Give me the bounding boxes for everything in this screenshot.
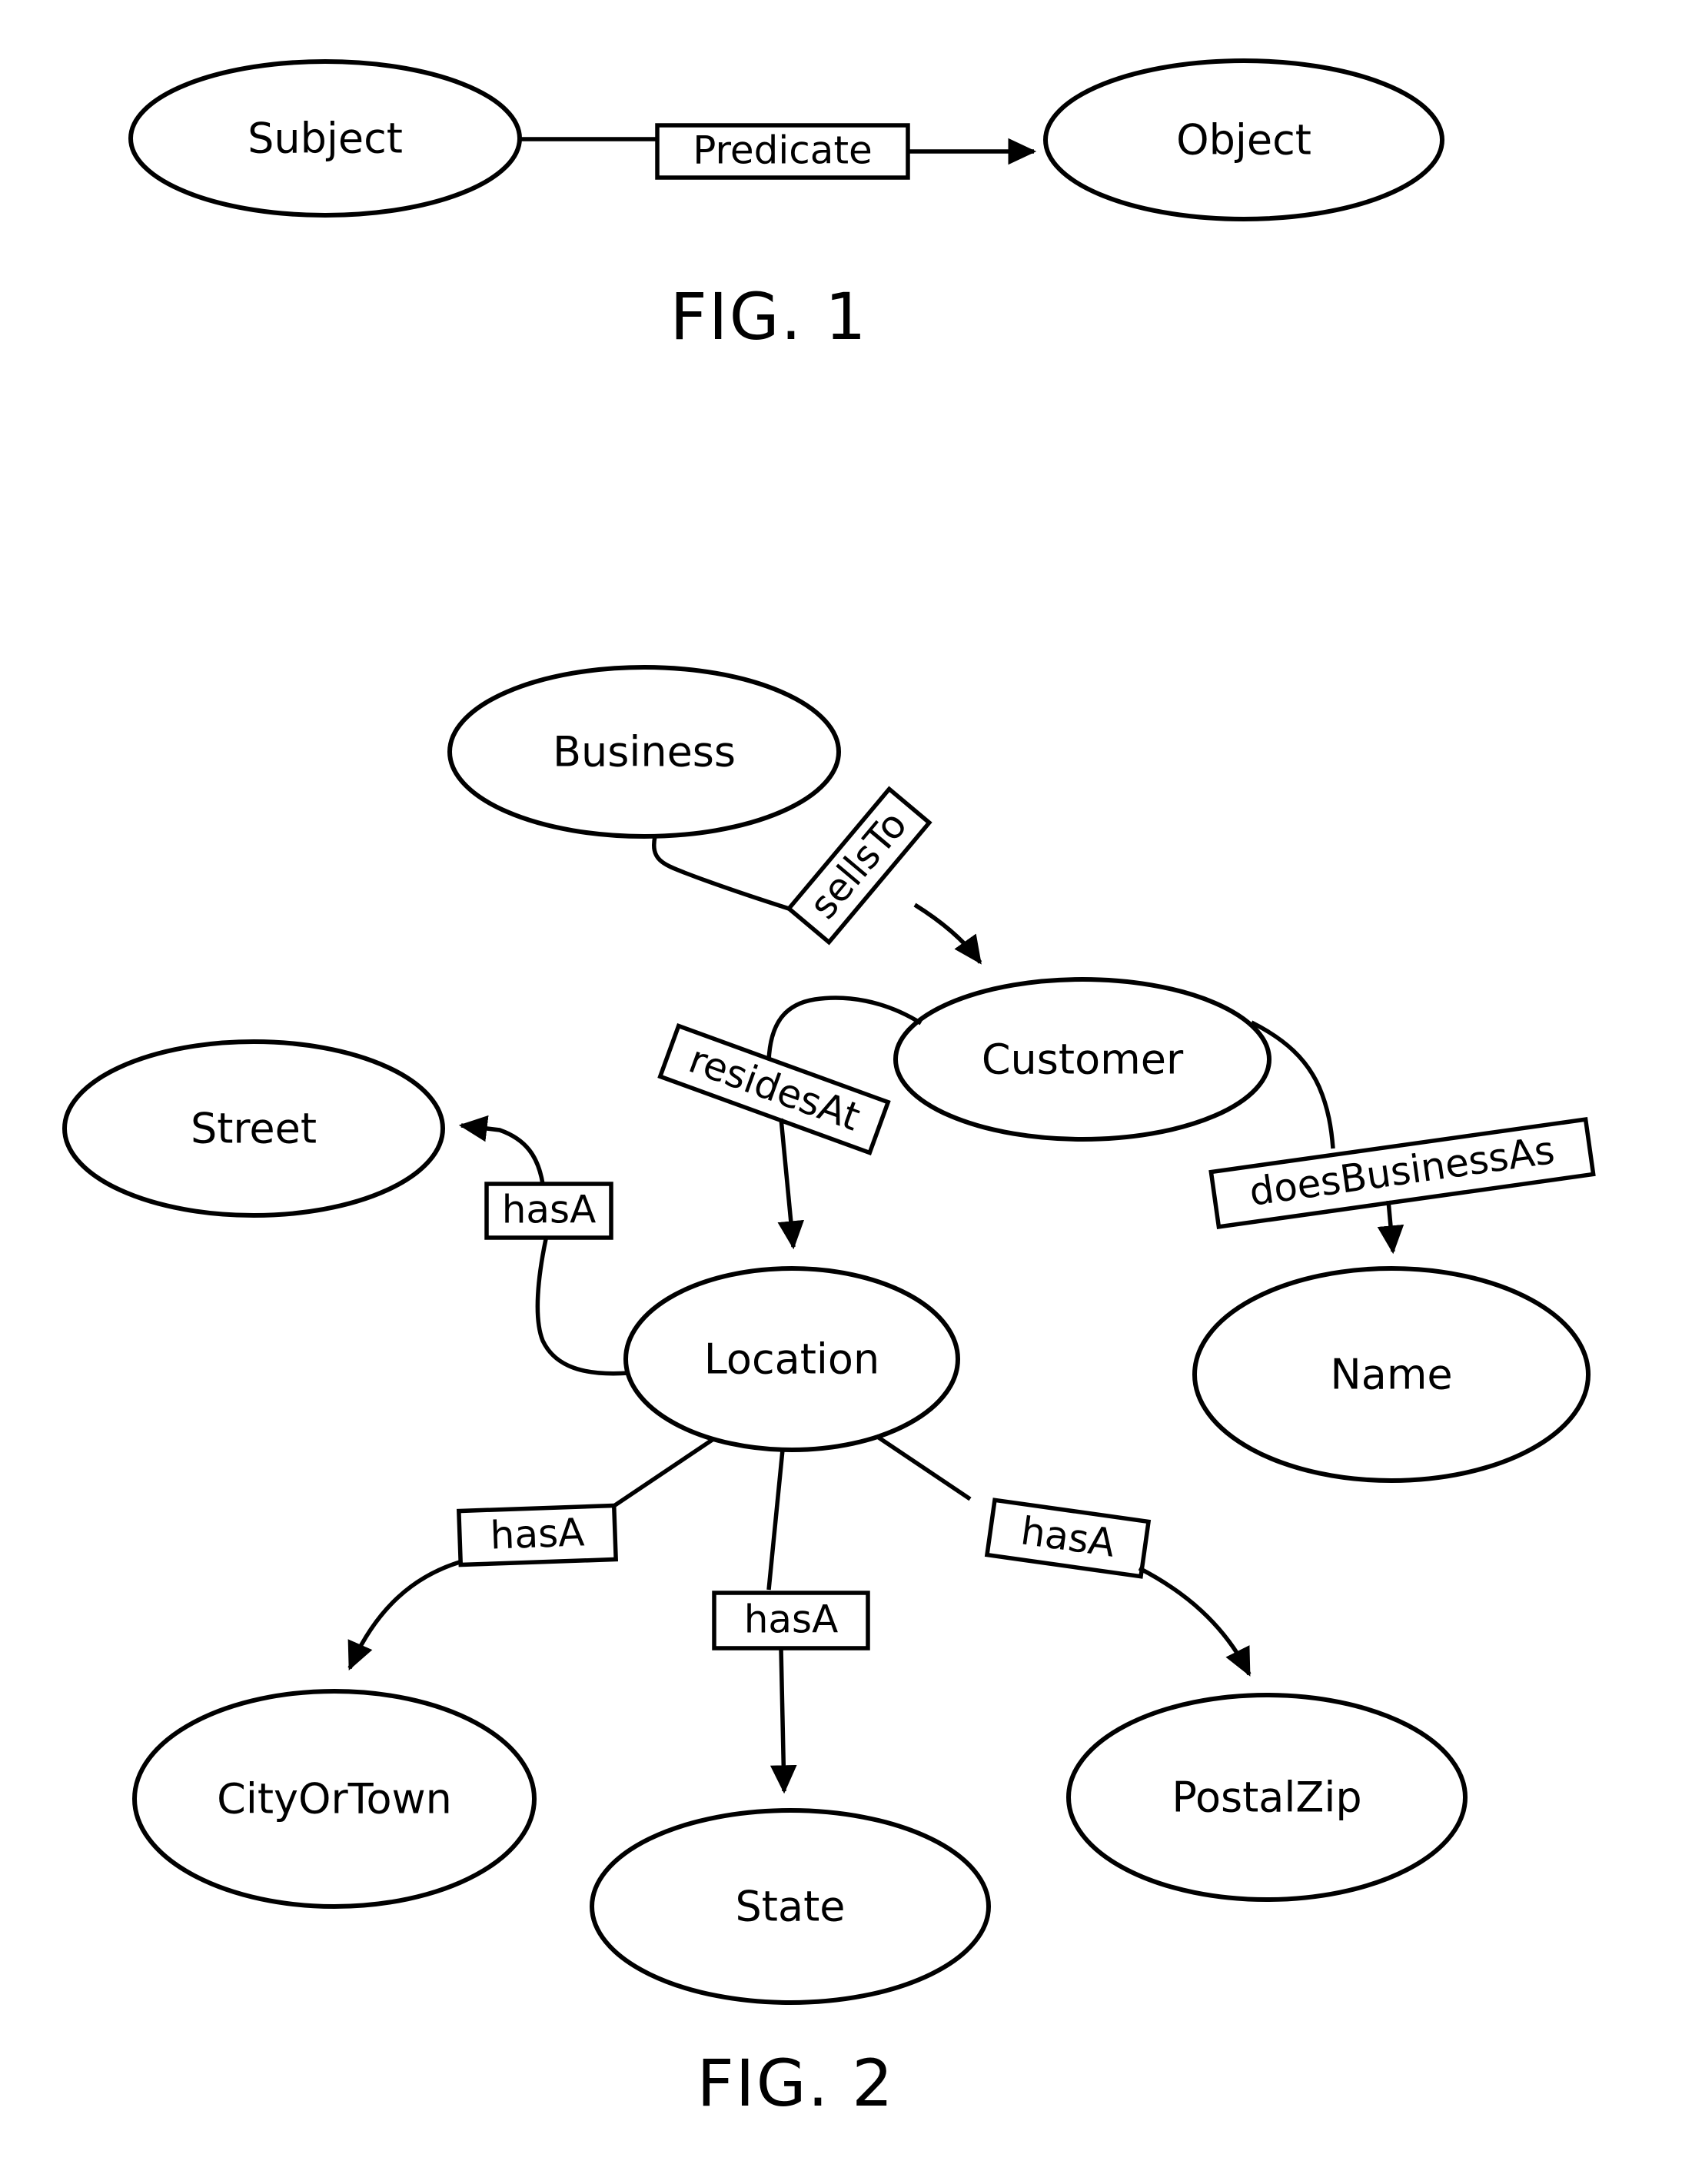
- edge-label-hasa-street-text: hasA: [502, 1188, 597, 1232]
- node-object[interactable]: Object: [1043, 58, 1444, 221]
- node-postalzip[interactable]: PostalZip: [1066, 1693, 1468, 1902]
- edge-label-doesbusinessas[interactable]: doesBusinessAs: [1208, 1117, 1596, 1229]
- edge-sellsto-customer-arrow: [913, 903, 982, 965]
- edge-label-sellsto[interactable]: sellsTo: [786, 786, 932, 946]
- node-location[interactable]: Location: [623, 1266, 960, 1452]
- node-name[interactable]: Name: [1192, 1266, 1591, 1483]
- patent-figure-canvas: Subject Predicate Object FIG. 1 Business…: [62, 58, 1596, 2121]
- figure-2-group: Business sellsTo Customer residesAt does…: [62, 665, 1596, 2121]
- figure-1-caption: FIG. 1: [670, 279, 867, 354]
- node-business[interactable]: Business: [447, 665, 841, 839]
- edge-hasa-state-arrow: [770, 1647, 797, 1794]
- edge-label-hasa-city-text: hasA: [490, 1510, 586, 1557]
- figure-1-group: Subject Predicate Object FIG. 1: [128, 58, 1444, 354]
- node-location-label: Location: [704, 1335, 879, 1384]
- node-customer[interactable]: Customer: [893, 977, 1271, 1142]
- node-subject[interactable]: Subject: [128, 59, 522, 218]
- node-street-label: Street: [191, 1105, 317, 1153]
- edge-hasa-postalzip-arrow: [1138, 1566, 1252, 1677]
- node-postalzip-label: PostalZip: [1172, 1773, 1361, 1822]
- node-cityortown[interactable]: CityOrTown: [132, 1689, 537, 1909]
- node-cityortown-label: CityOrTown: [217, 1775, 452, 1823]
- edge-label-predicate-text: Predicate: [693, 128, 873, 173]
- edge-residesat-location-arrow: [777, 1118, 805, 1250]
- node-name-label: Name: [1330, 1351, 1452, 1399]
- edge-location-hasa-street: [535, 1238, 630, 1376]
- edge-label-hasa-state[interactable]: hasA: [712, 1591, 870, 1650]
- edge-label-residesat-text: residesAt: [683, 1037, 866, 1140]
- edge-label-hasa-street[interactable]: hasA: [484, 1182, 613, 1240]
- node-state-label: State: [736, 1883, 846, 1931]
- edge-hasa-street-arrow: [458, 1115, 545, 1185]
- node-object-label: Object: [1176, 116, 1311, 165]
- node-street[interactable]: Street: [62, 1039, 445, 1218]
- node-state[interactable]: State: [590, 1808, 991, 2005]
- edge-label-hasa-state-text: hasA: [744, 1597, 839, 1642]
- node-customer-label: Customer: [982, 1035, 1184, 1084]
- node-subject-label: Subject: [248, 115, 403, 163]
- figure-page: Subject Predicate Object FIG. 1 Business…: [0, 0, 1692, 2184]
- edge-location-hasa-state: [766, 1449, 785, 1591]
- edge-label-hasa-city[interactable]: hasA: [456, 1503, 619, 1567]
- edge-label-residesat[interactable]: residesAt: [657, 1022, 891, 1156]
- edge-label-predicate[interactable]: Predicate: [655, 123, 910, 180]
- node-business-label: Business: [553, 728, 736, 776]
- edge-location-hasa-zip: [875, 1434, 972, 1501]
- edge-location-hasa-city: [613, 1437, 715, 1508]
- figure-2-caption: FIG. 2: [696, 2046, 894, 2121]
- edge-label-hasa-zip[interactable]: hasA: [984, 1498, 1152, 1579]
- edge-hasa-cityortown-arrow: [347, 1560, 460, 1670]
- edge-doesbusinessas-name-arrow: [1377, 1200, 1404, 1255]
